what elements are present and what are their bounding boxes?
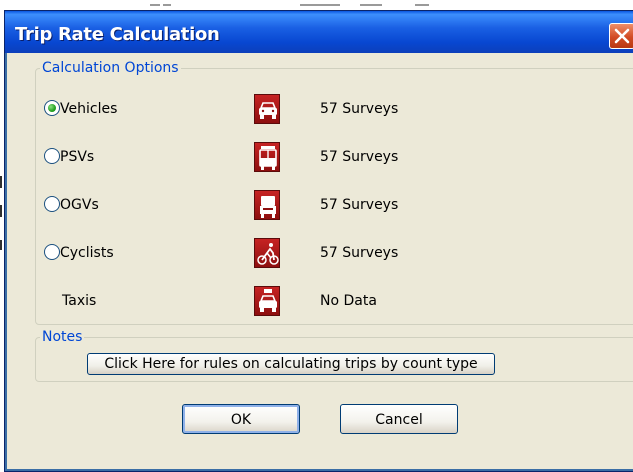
calculation-options-legend: Calculation Options bbox=[42, 60, 179, 76]
dialog-title: Trip Rate Calculation bbox=[15, 24, 220, 45]
cancel-button[interactable]: Cancel bbox=[340, 404, 458, 434]
title-bar[interactable]: Trip Rate Calculation bbox=[5, 11, 633, 53]
vehicles-radio[interactable] bbox=[44, 100, 60, 116]
psvs-surveys: 57 Surveys bbox=[320, 149, 399, 165]
cyclists-radio[interactable] bbox=[44, 244, 60, 260]
ok-button[interactable]: OK bbox=[182, 404, 300, 434]
ogvs-surveys: 57 Surveys bbox=[320, 197, 399, 213]
truck-icon bbox=[254, 190, 280, 220]
cyclists-label[interactable]: Cyclists bbox=[60, 245, 114, 261]
dialog-body: Calculation Options Vehicles 57 Surveys bbox=[8, 53, 633, 465]
notes-legend: Notes bbox=[42, 329, 83, 345]
radio-selected-dot bbox=[48, 104, 56, 112]
calculation-options-group: Calculation Options Vehicles 57 Surveys bbox=[35, 60, 633, 325]
psvs-label[interactable]: PSVs bbox=[60, 149, 94, 165]
option-row-psvs: PSVs 57 Surveys bbox=[36, 142, 633, 172]
taxis-label: Taxis bbox=[62, 293, 97, 309]
ogvs-radio[interactable] bbox=[44, 196, 60, 212]
close-icon bbox=[614, 28, 630, 44]
close-button[interactable] bbox=[609, 23, 633, 49]
rules-button[interactable]: Click Here for rules on calculating trip… bbox=[87, 353, 495, 375]
option-row-vehicles: Vehicles 57 Surveys bbox=[36, 94, 633, 124]
cyclists-surveys: 57 Surveys bbox=[320, 245, 399, 261]
cyclist-icon bbox=[254, 238, 280, 268]
trip-rate-dialog: Trip Rate Calculation Calculation Option… bbox=[4, 10, 633, 472]
taxis-surveys: No Data bbox=[320, 293, 377, 309]
vehicles-label[interactable]: Vehicles bbox=[60, 101, 117, 117]
vehicles-surveys: 57 Surveys bbox=[320, 101, 399, 117]
option-row-cyclists: Cyclists 57 Surveys bbox=[36, 238, 633, 268]
psvs-radio[interactable] bbox=[44, 148, 60, 164]
ogvs-label[interactable]: OGVs bbox=[60, 197, 99, 213]
car-icon bbox=[254, 94, 280, 124]
notes-group: Notes Click Here for rules on calculatin… bbox=[35, 329, 633, 382]
taxi-icon bbox=[254, 286, 280, 316]
bus-icon bbox=[254, 142, 280, 172]
option-row-ogvs: OGVs 57 Surveys bbox=[36, 190, 633, 220]
option-row-taxis: Taxis No Data bbox=[36, 286, 633, 316]
